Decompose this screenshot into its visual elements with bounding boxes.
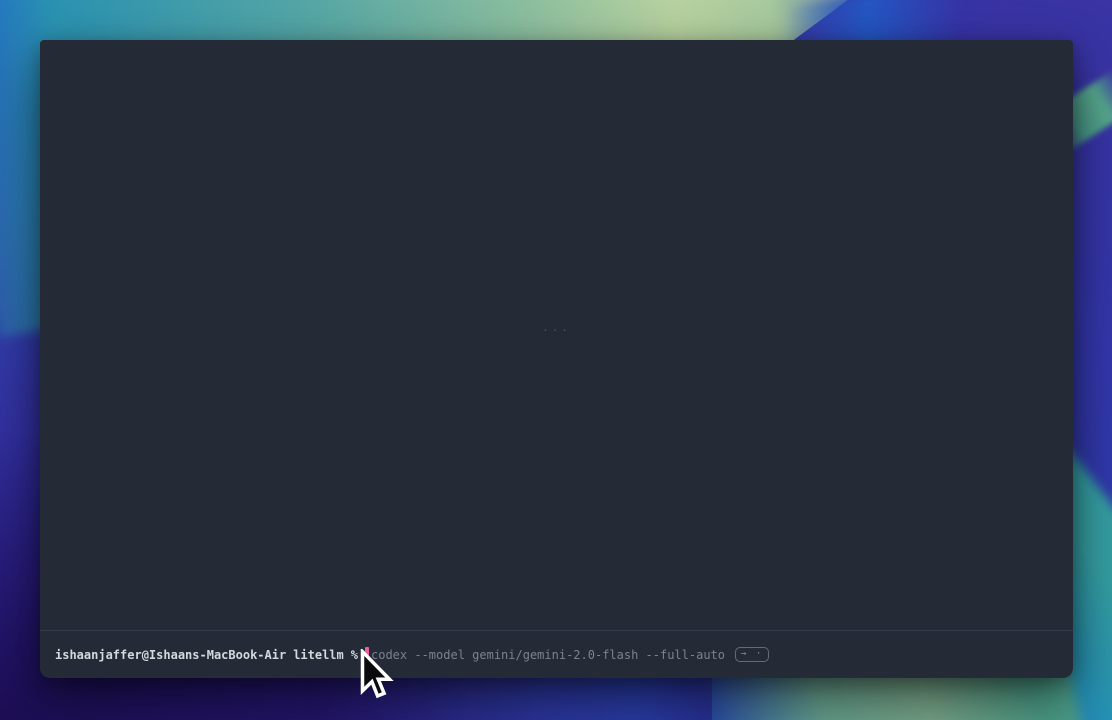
loading-dots: ··· xyxy=(542,324,571,337)
text-cursor xyxy=(365,647,369,662)
screen: ··· ishaanjaffer@Ishaans-MacBook-Air lit… xyxy=(0,0,1112,720)
terminal-input-bar[interactable]: ishaanjaffer@Ishaans-MacBook-Air litellm… xyxy=(40,630,1073,678)
prompt-symbol: % xyxy=(351,648,358,662)
terminal-window[interactable]: ··· ishaanjaffer@Ishaans-MacBook-Air lit… xyxy=(40,40,1073,678)
prompt-directory: litellm xyxy=(293,648,344,662)
autosuggest-hint-badge: → · xyxy=(735,647,769,662)
terminal-output-area: ··· xyxy=(40,40,1073,630)
prompt-user-host: ishaanjaffer@Ishaans-MacBook-Air xyxy=(55,648,286,662)
autosuggestion-text: codex --model gemini/gemini-2.0-flash --… xyxy=(371,648,725,662)
